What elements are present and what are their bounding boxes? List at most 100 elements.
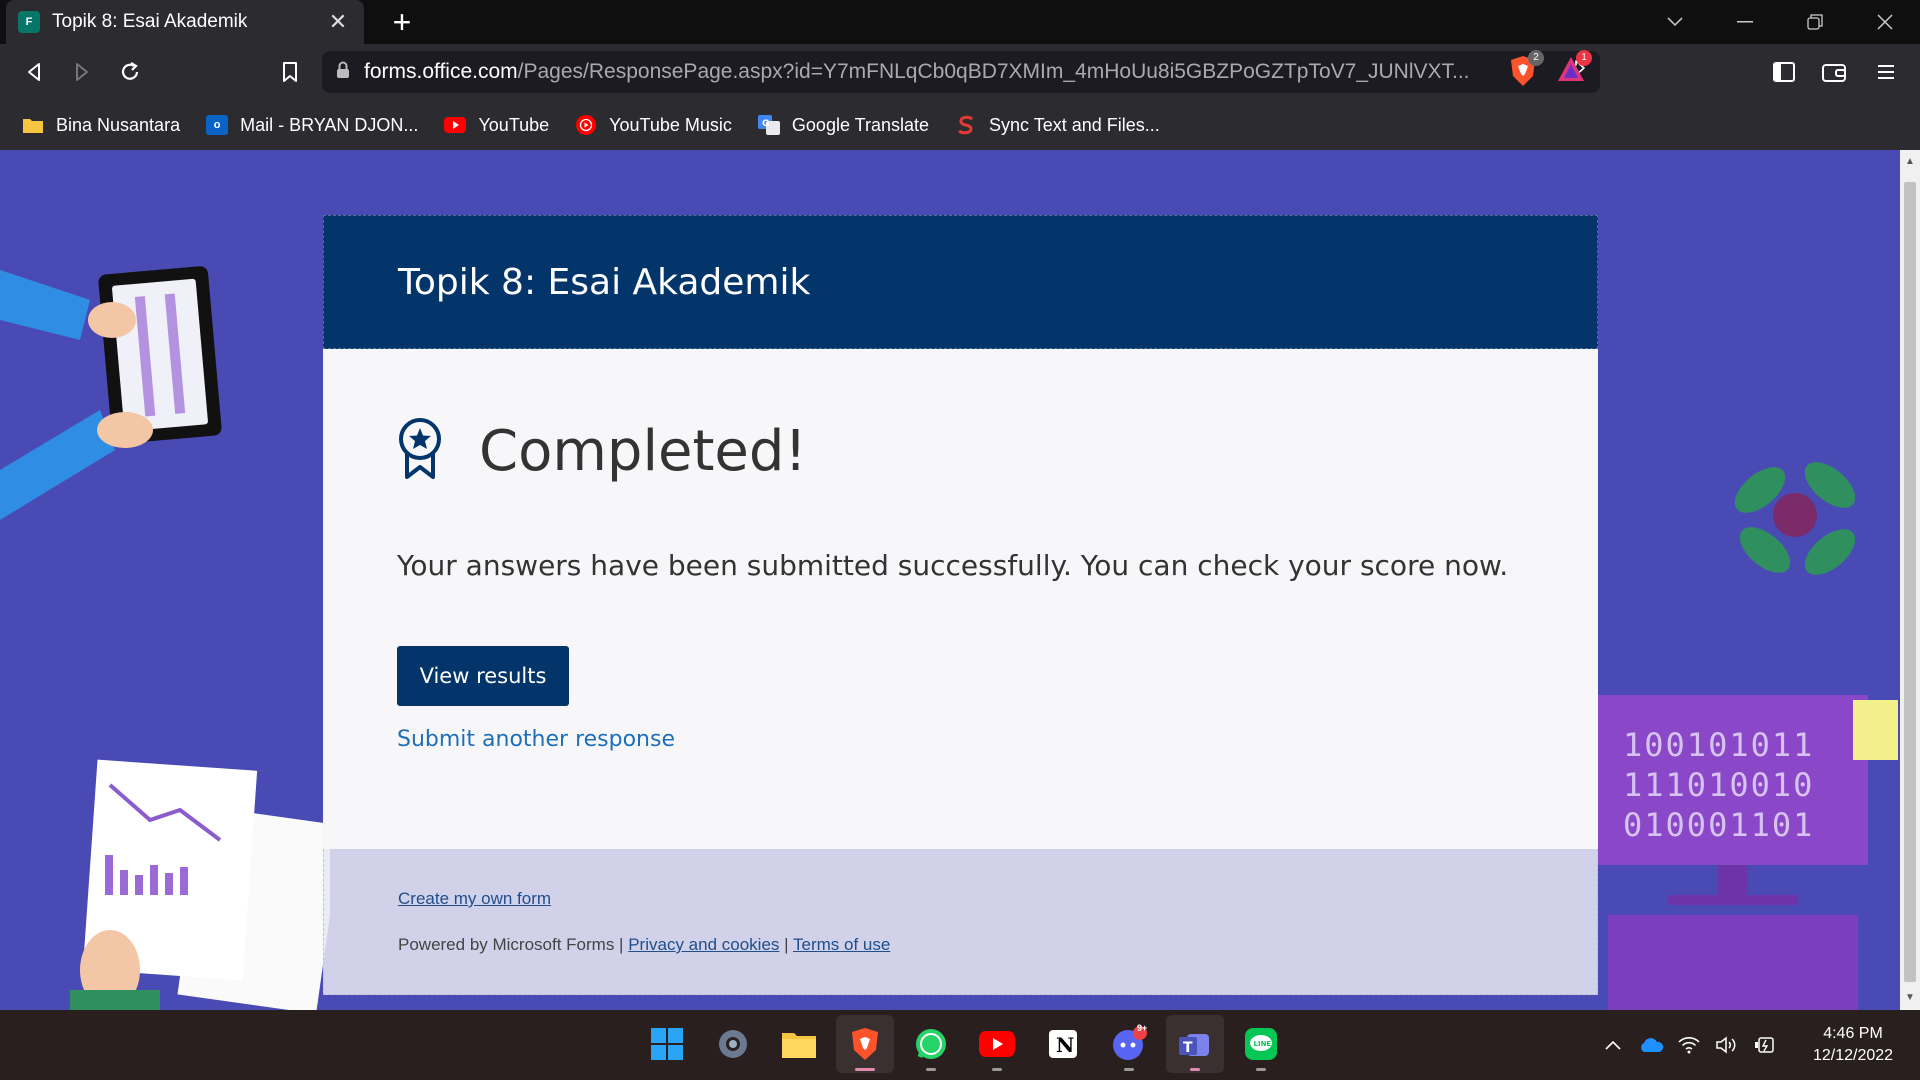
whatsapp-icon[interactable]	[902, 1015, 960, 1073]
folder-icon	[22, 115, 44, 135]
binary-line: 010001101	[1623, 806, 1815, 844]
youtube-music-icon	[575, 115, 597, 135]
sync-icon	[955, 115, 977, 135]
binary-line: 111010010	[1623, 766, 1815, 804]
teams-icon[interactable]: T	[1166, 1015, 1224, 1073]
navigation-bar: forms.office.com /Pages/ResponsePage.asp…	[0, 44, 1920, 100]
rewards-badge: 1	[1576, 50, 1592, 66]
shield-badge: 2	[1528, 50, 1544, 66]
bookmark-icon[interactable]	[272, 54, 308, 90]
running-indicator	[992, 1068, 1002, 1071]
wallet-icon[interactable]	[1816, 54, 1852, 90]
line-icon[interactable]: LINE	[1232, 1015, 1290, 1073]
terms-of-use-link[interactable]: Terms of use	[793, 935, 890, 954]
privacy-and-cookies-link[interactable]: Privacy and cookies	[628, 935, 779, 954]
battery-icon[interactable]	[1746, 1025, 1784, 1065]
scroll-down-icon[interactable]: ▼	[1900, 988, 1920, 1008]
running-indicator	[1124, 1068, 1134, 1071]
form-card: Topik 8: Esai Akademik Completed! Your a…	[323, 215, 1598, 995]
brave-shield-icon[interactable]: 2	[1508, 50, 1544, 93]
menu-icon[interactable]	[1868, 54, 1904, 90]
address-bar[interactable]: forms.office.com /Pages/ResponsePage.asp…	[322, 51, 1600, 93]
form-title: Topik 8: Esai Akademik	[398, 262, 811, 303]
powered-by-label: Powered by Microsoft Forms |	[398, 935, 624, 954]
system-tray: 4:46 PM 12/12/2022	[1594, 1010, 1920, 1080]
bookmark-label: Google Translate	[791, 114, 930, 135]
file-explorer-icon[interactable]	[770, 1015, 828, 1073]
form-footer: Create my own form Powered by Microsoft …	[323, 849, 1598, 995]
browser-tab[interactable]: F Topik 8: Esai Akademik ✕	[6, 0, 364, 44]
taskbar: N 9+ T LINE 4:46 PM 12/12/2022	[0, 1010, 1920, 1080]
tab-bar: F Topik 8: Esai Akademik ✕ +	[0, 0, 1920, 44]
svg-text:LINE: LINE	[1254, 1040, 1272, 1048]
bookmark-label: YouTube Music	[609, 114, 732, 135]
svg-text:T: T	[1183, 1040, 1193, 1056]
outlook-icon: o	[206, 115, 229, 135]
footer-separator: |	[784, 935, 789, 954]
bookmark-youtube[interactable]: YouTube	[444, 115, 549, 136]
leaf-decoration	[1734, 462, 1856, 575]
close-tab-icon[interactable]: ✕	[324, 9, 352, 35]
clock[interactable]: 4:46 PM 12/12/2022	[1794, 1023, 1912, 1067]
chevron-up-icon[interactable]	[1594, 1025, 1632, 1065]
form-body: Completed! Your answers have been submit…	[323, 349, 1598, 849]
computer-illustration: 100101011 111010010 010001101	[1598, 695, 1898, 1010]
confirmation-message: Your answers have been submitted success…	[397, 549, 1509, 582]
svg-text:N: N	[1056, 1033, 1074, 1057]
powered-by-text: Powered by Microsoft Forms | Privacy and…	[398, 935, 890, 955]
discord-icon[interactable]: 9+	[1100, 1015, 1158, 1073]
new-tab-icon[interactable]: +	[384, 4, 420, 40]
scroll-up-icon[interactable]: ▲	[1900, 152, 1920, 172]
bookmark-label: Bina Nusantara	[56, 114, 181, 135]
bookmark-youtube-music[interactable]: YouTube Music	[575, 115, 732, 136]
view-results-button[interactable]: View results	[397, 646, 569, 706]
clock-time: 4:46 PM	[1823, 1025, 1883, 1042]
bookmark-google-translate[interactable]: G Google Translate	[757, 114, 930, 136]
running-indicator	[1256, 1068, 1266, 1071]
award-ribbon-icon	[399, 418, 441, 479]
back-icon[interactable]	[16, 54, 52, 90]
discord-badge: 9+	[1137, 1023, 1148, 1033]
page-scrollbar[interactable]: ▲ ▼	[1900, 150, 1920, 1010]
google-translate-icon: G	[757, 115, 780, 135]
create-my-own-form-link[interactable]: Create my own form	[398, 889, 551, 909]
running-indicator	[1190, 1068, 1200, 1071]
binary-line: 100101011	[1623, 726, 1815, 764]
bookmark-bina-nusantara[interactable]: Bina Nusantara	[22, 115, 180, 136]
tab-search-icon[interactable]	[1640, 0, 1710, 44]
restore-icon[interactable]	[1780, 0, 1850, 44]
url-path: /Pages/ResponsePage.aspx?id=Y7mFNLqCb0qB…	[517, 60, 1470, 83]
tab-title: Topik 8: Esai Akademik	[52, 11, 248, 32]
onedrive-icon[interactable]	[1632, 1025, 1670, 1065]
forms-favicon-icon: F	[18, 11, 40, 33]
running-indicator	[926, 1068, 936, 1071]
youtube-icon	[444, 115, 467, 135]
settings-icon[interactable]	[704, 1015, 762, 1073]
volume-icon[interactable]	[1708, 1025, 1746, 1065]
submit-another-response-link[interactable]: Submit another response	[397, 727, 675, 752]
lock-icon[interactable]	[336, 61, 350, 84]
brave-rewards-icon[interactable]: 1	[1556, 50, 1592, 89]
forward-icon[interactable]	[64, 54, 100, 90]
minimize-icon[interactable]	[1710, 0, 1780, 44]
scroll-thumb[interactable]	[1904, 182, 1916, 982]
sidebar-toggle-icon[interactable]	[1766, 54, 1802, 90]
clock-date: 12/12/2022	[1812, 1047, 1894, 1064]
bookmarks-bar: Bina Nusantara o Mail - BRYAN DJON... Yo…	[0, 100, 1920, 150]
active-indicator	[855, 1068, 875, 1071]
bookmark-mail[interactable]: o Mail - BRYAN DJON...	[206, 115, 418, 136]
brave-icon[interactable]	[836, 1015, 894, 1073]
window-controls	[1640, 0, 1920, 44]
notion-icon[interactable]: N	[1034, 1015, 1092, 1073]
taskbar-apps: N 9+ T LINE	[638, 1015, 1298, 1073]
close-window-icon[interactable]	[1850, 0, 1920, 44]
wifi-icon[interactable]	[1670, 1025, 1708, 1065]
start-icon[interactable]	[638, 1015, 696, 1073]
youtube-icon[interactable]	[968, 1015, 1026, 1073]
reload-icon[interactable]	[112, 54, 148, 90]
bookmark-sync-text[interactable]: Sync Text and Files...	[955, 115, 1160, 136]
form-header: Topik 8: Esai Akademik	[323, 215, 1598, 349]
url-host: forms.office.com	[364, 60, 518, 83]
bookmark-label: Sync Text and Files...	[989, 114, 1160, 135]
tablet-illustration	[0, 266, 222, 520]
